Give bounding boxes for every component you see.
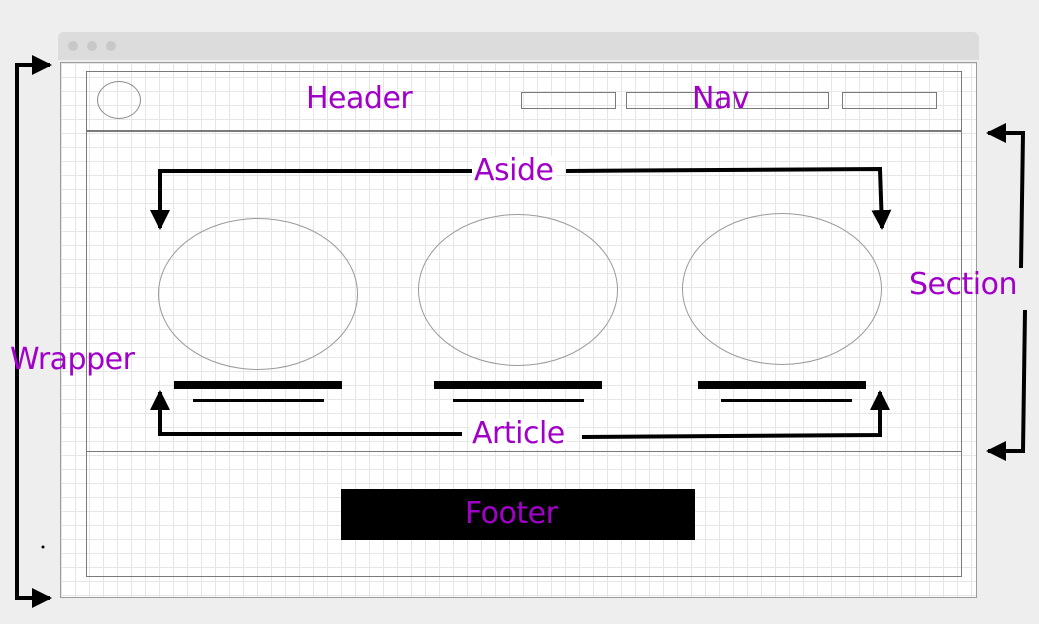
section-bracket-bottom bbox=[986, 309, 1027, 461]
wrapper-label: Wrapper bbox=[10, 342, 135, 377]
aside-arrow-right bbox=[565, 166, 892, 230]
article-label: Article bbox=[470, 416, 567, 451]
nav-label: Nav bbox=[692, 81, 750, 116]
section-label: Section bbox=[909, 267, 1017, 302]
aside-arrow-left bbox=[150, 169, 474, 230]
header-label: Header bbox=[306, 81, 413, 116]
wrapper-bracket bbox=[15, 55, 52, 608]
section-bracket-top bbox=[986, 123, 1026, 269]
footer-label: Footer bbox=[465, 496, 558, 531]
article-arrow-right bbox=[581, 390, 890, 439]
article-arrow-left bbox=[150, 390, 462, 436]
aside-label: Aside bbox=[472, 153, 556, 188]
